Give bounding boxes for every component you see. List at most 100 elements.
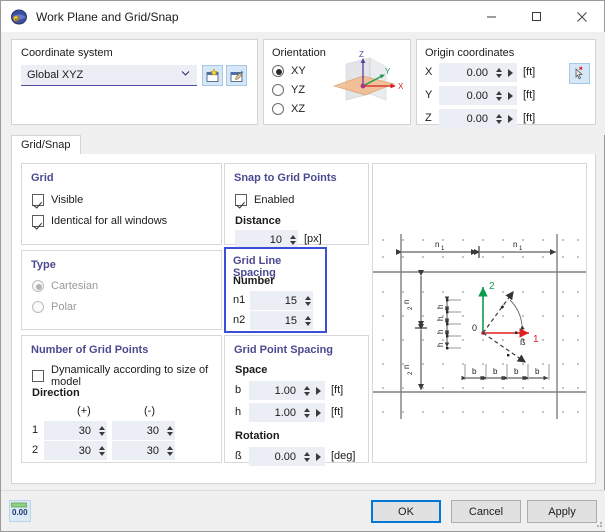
number-of-grid-points-section: Number of Grid Points Dynamically accord… [21, 335, 222, 463]
new-coordinate-system-button[interactable] [202, 65, 223, 86]
maximize-button[interactable] [514, 1, 559, 32]
radio-dot [272, 65, 284, 77]
svg-text:b: b [472, 367, 477, 376]
type-option-cartesian[interactable]: Cartesian [32, 280, 98, 292]
svg-text:n: n [402, 365, 411, 369]
work-plane-dialog: Work Plane and Grid/Snap Coordinate syst… [0, 0, 605, 532]
spinner-arrows[interactable] [96, 442, 107, 459]
origin-z-field[interactable]: 0.00 [439, 109, 517, 128]
space-h-field[interactable]: 1.00 [249, 403, 325, 422]
expand-arrow-icon[interactable] [312, 448, 325, 465]
direction-2-minus-field[interactable]: 30 [112, 441, 175, 460]
spinner-arrows[interactable] [301, 448, 312, 465]
orientation-option-xz[interactable]: XZ [272, 103, 305, 115]
direction-label: Direction [32, 387, 80, 399]
svg-text:ß: ß [520, 337, 526, 347]
direction-1-minus-field[interactable]: 30 [112, 421, 175, 440]
svg-text:1: 1 [441, 246, 445, 252]
svg-text:2: 2 [408, 371, 414, 375]
svg-text:h: h [436, 343, 445, 347]
grid-snap-panel: Grid Visible Identical for all windows S… [11, 154, 596, 484]
close-button[interactable] [559, 1, 604, 32]
spinner-arrows[interactable] [287, 231, 298, 248]
direction-2-plus-field[interactable]: 30 [44, 441, 107, 460]
grid-identical-checkbox[interactable]: Identical for all windows [32, 215, 167, 227]
n2-field[interactable]: 15 [250, 311, 313, 330]
resize-grip[interactable] [592, 517, 604, 529]
number-of-grid-points-title: Number of Grid Points [31, 344, 149, 356]
spinner-arrows[interactable] [302, 312, 313, 329]
radio-dot [272, 103, 284, 115]
cancel-label: Cancel [468, 505, 504, 518]
space-h-label: h [235, 406, 242, 418]
origin-coordinates-group: Origin coordinates X 0.00 [ft] Y 0.00 [f… [416, 39, 596, 128]
expand-arrow-icon[interactable] [504, 87, 517, 104]
origin-y-unit: [ft] [523, 89, 536, 101]
svg-text:h: h [436, 305, 445, 309]
orientation-option-xy[interactable]: XY [272, 65, 306, 77]
n2-value: 15 [284, 314, 297, 327]
expand-arrow-icon[interactable] [504, 64, 517, 81]
grid-snap-diagram: n 1 n 1 n 2 n 2 h h h h 2 1 0 ß b b b b [372, 163, 587, 463]
svg-text:2: 2 [489, 281, 495, 292]
tab-label: Grid/Snap [21, 139, 71, 151]
spinner-arrows[interactable] [96, 422, 107, 439]
space-h-unit: [ft] [331, 406, 344, 418]
pick-point-button[interactable] [569, 63, 590, 84]
spinner-arrows[interactable] [493, 87, 504, 104]
space-b-field[interactable]: 1.00 [249, 381, 325, 400]
coordinate-system-group: Coordinate system Global XYZ [11, 39, 258, 125]
type-option-polar[interactable]: Polar [32, 301, 77, 313]
snap-section: Snap to Grid Points Enabled Distance 10 … [224, 163, 369, 249]
apply-label: Apply [548, 505, 576, 518]
dynamic-sizing-label: Dynamically according to size of model [51, 364, 209, 388]
svg-text:n: n [402, 300, 411, 304]
svg-text:b: b [535, 367, 540, 376]
coordinate-system-label: Coordinate system [21, 47, 113, 59]
dynamic-sizing-checkbox[interactable]: Dynamically according to size of model [32, 364, 221, 388]
expand-arrow-icon[interactable] [312, 404, 325, 421]
type-option-label: Polar [51, 301, 77, 313]
expand-arrow-icon[interactable] [312, 382, 325, 399]
expand-arrow-icon[interactable] [504, 110, 517, 127]
ok-button[interactable]: OK [371, 500, 441, 523]
chevron-down-icon [181, 69, 190, 78]
spinner-arrows[interactable] [301, 404, 312, 421]
title-bar: Work Plane and Grid/Snap [1, 1, 604, 32]
top-settings-zone: Coordinate system Global XYZ Orientation… [1, 32, 605, 135]
origin-x-field[interactable]: 0.00 [439, 63, 517, 82]
radio-dot [272, 84, 284, 96]
rotation-beta-field[interactable]: 0.00 [249, 447, 325, 466]
coordinate-system-value: Global XYZ [27, 69, 84, 81]
edit-coordinate-system-button[interactable] [226, 65, 247, 86]
origin-x-value: 0.00 [466, 66, 488, 79]
coordinate-system-select[interactable]: Global XYZ [21, 65, 197, 86]
spinner-arrows[interactable] [164, 442, 175, 459]
svg-text:X: X [398, 82, 404, 91]
origin-y-field[interactable]: 0.00 [439, 86, 517, 105]
checkbox-box [32, 194, 44, 206]
cancel-button[interactable]: Cancel [451, 500, 521, 523]
spinner-arrows[interactable] [302, 292, 313, 309]
spinner-arrows[interactable] [301, 382, 312, 399]
radio-dot [32, 301, 44, 313]
units-settings-button[interactable]: 0.00 [9, 500, 31, 522]
n1-field[interactable]: 15 [250, 291, 313, 310]
grid-visible-checkbox[interactable]: Visible [32, 194, 83, 206]
tab-grid-snap[interactable]: Grid/Snap [11, 135, 81, 155]
minimize-button[interactable] [469, 1, 514, 32]
direction-row-1-label: 1 [32, 424, 39, 436]
checkbox-box [32, 215, 44, 227]
orientation-option-yz[interactable]: YZ [272, 84, 305, 96]
tab-strip: Grid/Snap [11, 135, 596, 155]
spinner-arrows[interactable] [164, 422, 175, 439]
apply-button[interactable]: Apply [527, 500, 597, 523]
direction-1-plus-field[interactable]: 30 [44, 421, 107, 440]
dialog-footer: 0.00 OK Cancel Apply [1, 490, 605, 531]
spinner-arrows[interactable] [493, 64, 504, 81]
grid-point-spacing-section: Grid Point Spacing Space b 1.00 [ft] h 1… [224, 335, 369, 466]
orientation-option-label: YZ [291, 84, 306, 96]
orientation-option-label: XZ [291, 103, 306, 115]
spinner-arrows[interactable] [493, 110, 504, 127]
snap-enabled-checkbox[interactable]: Enabled [235, 194, 294, 206]
